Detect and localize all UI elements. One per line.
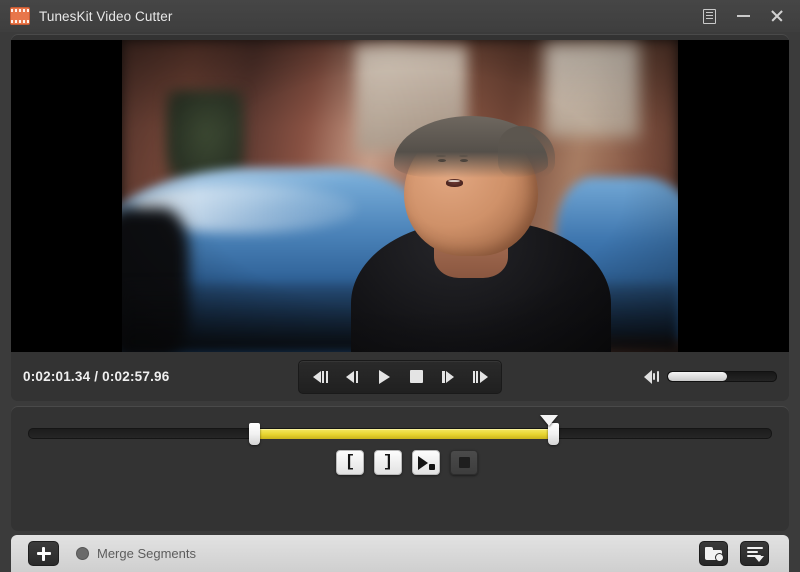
menu-button[interactable] bbox=[694, 3, 724, 29]
trim-tool-cluster: [ ] bbox=[336, 450, 478, 475]
window-buttons bbox=[694, 0, 792, 32]
close-icon bbox=[770, 9, 784, 23]
video-panel: 0:02:01.34 / 0:02:57.96 bbox=[11, 34, 789, 401]
minimize-button[interactable] bbox=[728, 3, 758, 29]
next-segment-button[interactable] bbox=[465, 365, 495, 389]
timeline-selection-range[interactable] bbox=[254, 429, 553, 439]
transport-bar: 0:02:01.34 / 0:02:57.96 bbox=[11, 352, 789, 401]
output-folder-button[interactable] bbox=[699, 541, 728, 566]
set-end-bracket-button[interactable]: ] bbox=[374, 450, 402, 475]
merge-segments-toggle[interactable] bbox=[76, 547, 89, 560]
stop-button[interactable] bbox=[401, 365, 431, 389]
stop-segment-button[interactable] bbox=[450, 450, 478, 475]
video-stage[interactable] bbox=[11, 40, 789, 352]
folder-clock-icon bbox=[705, 547, 724, 562]
merge-segments-label: Merge Segments bbox=[97, 546, 196, 561]
play-segment-button[interactable] bbox=[412, 450, 440, 475]
bottom-bar-actions bbox=[699, 541, 769, 566]
add-segment-button[interactable] bbox=[28, 541, 59, 566]
playback-controls bbox=[298, 359, 502, 394]
window-title: TunesKit Video Cutter bbox=[39, 8, 173, 24]
skip-backward-icon bbox=[312, 370, 328, 383]
video-frame bbox=[122, 40, 678, 352]
trim-timeline[interactable] bbox=[28, 415, 772, 446]
tuneskit-video-cutter-window: TunesKit Video Cutter 0:02:01.34 / 0:02:… bbox=[0, 0, 800, 572]
time-display: 0:02:01.34 / 0:02:57.96 bbox=[23, 369, 170, 384]
speaker-icon[interactable] bbox=[644, 369, 660, 384]
skip-forward-icon bbox=[472, 370, 488, 383]
scene-person bbox=[344, 116, 678, 352]
play-segment-icon bbox=[417, 455, 435, 470]
timeline-start-handle[interactable] bbox=[249, 423, 261, 445]
minimize-icon bbox=[736, 15, 750, 17]
plus-icon bbox=[36, 546, 51, 561]
film-strip-icon bbox=[10, 7, 30, 25]
bottom-bar: Merge Segments bbox=[11, 535, 789, 572]
menu-icon bbox=[702, 8, 716, 24]
volume-slider[interactable] bbox=[667, 371, 777, 382]
task-list-button[interactable] bbox=[740, 541, 769, 566]
set-start-bracket-button[interactable]: [ bbox=[336, 450, 364, 475]
step-backward-icon bbox=[346, 370, 358, 383]
set-start-bracket-label: [ bbox=[344, 453, 356, 472]
editor-panel: [ ] Open Start Time: End Time: bbox=[11, 406, 789, 531]
timeline-playhead[interactable] bbox=[539, 415, 558, 426]
title-bar: TunesKit Video Cutter bbox=[0, 0, 800, 32]
volume-control[interactable] bbox=[644, 369, 777, 384]
play-button[interactable] bbox=[369, 365, 399, 389]
stop-icon bbox=[409, 370, 423, 383]
stop-segment-icon bbox=[458, 457, 470, 468]
step-forward-button[interactable] bbox=[433, 365, 463, 389]
person-hair-side bbox=[497, 125, 555, 178]
list-log-icon bbox=[746, 547, 764, 562]
close-button[interactable] bbox=[762, 3, 792, 29]
timeline-end-handle[interactable] bbox=[547, 423, 559, 445]
step-forward-icon bbox=[442, 370, 454, 383]
volume-slider-fill bbox=[668, 372, 728, 381]
set-end-bracket-label: ] bbox=[382, 453, 394, 472]
step-backward-button[interactable] bbox=[337, 365, 367, 389]
previous-segment-button[interactable] bbox=[305, 365, 335, 389]
play-icon bbox=[378, 369, 390, 384]
